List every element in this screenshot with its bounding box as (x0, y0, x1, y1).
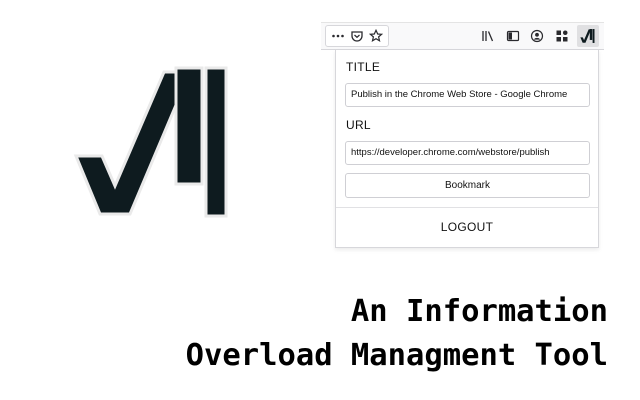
extensions-icon[interactable] (553, 27, 571, 45)
promo-canvas: TITLE Publish in the Chrome Web Store - … (0, 0, 640, 400)
title-label: TITLE (346, 60, 381, 74)
toolbar-actions (479, 25, 599, 47)
app-logo-icon (73, 66, 228, 218)
tagline-line-2: Overload Managment Tool (185, 338, 608, 373)
account-icon[interactable] (528, 27, 546, 45)
logo-bar (204, 66, 228, 218)
library-icon[interactable] (479, 27, 497, 45)
sidebar-icon[interactable] (504, 27, 522, 45)
tagline-line-1: An Information (350, 294, 608, 329)
star-icon[interactable] (367, 27, 385, 45)
extension-popup: TITLE Publish in the Chrome Web Store - … (335, 50, 599, 248)
browser-toolbar (321, 22, 604, 50)
url-input[interactable]: https://developer.chrome.com/webstore/pu… (345, 141, 590, 165)
logo-bar (174, 66, 204, 186)
url-label: URL (346, 118, 371, 132)
app-logo-icon[interactable] (577, 25, 599, 47)
bookmark-button[interactable]: Bookmark (345, 173, 590, 198)
more-icon[interactable] (329, 27, 347, 45)
title-input[interactable]: Publish in the Chrome Web Store - Google… (345, 83, 590, 107)
logo-check-mark (73, 70, 193, 216)
logout-button[interactable]: LOGOUT (336, 208, 598, 246)
tagline: An Information Overload Managment Tool (186, 290, 608, 378)
page-action-group (325, 25, 389, 47)
pocket-icon[interactable] (348, 27, 366, 45)
